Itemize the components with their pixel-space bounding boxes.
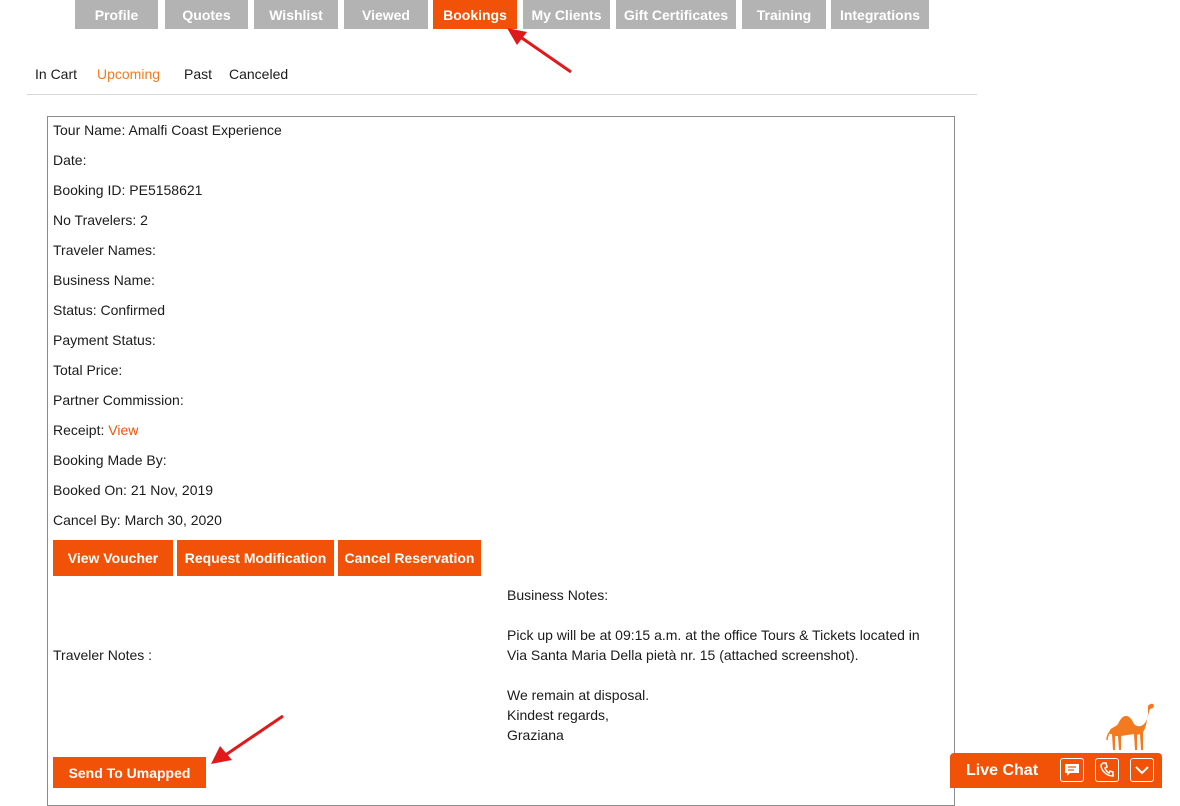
- business-notes-line: Kindest regards,: [507, 707, 609, 723]
- cancel-by: Cancel By: March 30, 2020: [53, 512, 222, 528]
- chat-icon[interactable]: [1060, 758, 1084, 782]
- subtabs-divider: [27, 94, 977, 95]
- view-voucher-button[interactable]: View Voucher: [53, 540, 173, 576]
- business-name: Business Name:: [53, 272, 155, 288]
- business-notes-signature: Graziana: [507, 727, 564, 743]
- request-modification-button[interactable]: Request Modification: [177, 540, 334, 576]
- traveler-names: Traveler Names:: [53, 242, 156, 258]
- send-to-umapped-button[interactable]: Send To Umapped: [53, 757, 206, 788]
- annotation-arrow-bookings: [507, 28, 572, 74]
- traveler-notes-label: Traveler Notes :: [53, 647, 153, 663]
- subtab-upcoming[interactable]: Upcoming: [97, 66, 160, 82]
- subtab-past[interactable]: Past: [184, 66, 212, 82]
- phone-icon[interactable]: [1095, 758, 1119, 782]
- receipt-label: Receipt:: [53, 422, 105, 438]
- business-notes-label: Business Notes:: [507, 587, 609, 603]
- total-price: Total Price:: [53, 362, 123, 378]
- camel-logo-icon: [1106, 703, 1154, 750]
- subtab-in-cart[interactable]: In Cart: [35, 66, 77, 82]
- booked-on: Booked On: 21 Nov, 2019: [53, 482, 214, 498]
- cancel-reservation-button[interactable]: Cancel Reservation: [338, 540, 481, 576]
- subtab-canceled[interactable]: Canceled: [229, 66, 288, 82]
- business-notes-line: Pick up will be at 09:15 a.m. at the off…: [507, 627, 920, 643]
- tab-integrations[interactable]: Integrations: [831, 0, 929, 29]
- tab-my-clients[interactable]: My Clients: [523, 0, 610, 29]
- booking-status: Status: Confirmed: [53, 302, 166, 318]
- tab-quotes[interactable]: Quotes: [165, 0, 248, 29]
- booking-made-by: Booking Made By:: [53, 452, 167, 468]
- annotation-arrow-send: [211, 714, 284, 764]
- live-chat-label[interactable]: Live Chat: [966, 762, 1038, 780]
- business-notes-line: Via Santa Maria Della pietà nr. 15 (atta…: [507, 647, 859, 663]
- booking-card: [47, 116, 955, 806]
- traveler-count: No Travelers: 2: [53, 212, 148, 228]
- chevron-down-icon[interactable]: [1130, 758, 1154, 782]
- payment-status: Payment Status:: [53, 332, 156, 348]
- receipt-view-link[interactable]: View: [108, 422, 138, 438]
- tab-bookings[interactable]: Bookings: [433, 0, 517, 29]
- booking-date: Date:: [53, 152, 87, 168]
- tab-wishlist[interactable]: Wishlist: [254, 0, 338, 29]
- tab-training[interactable]: Training: [742, 0, 826, 29]
- booking-id: Booking ID: PE5158621: [53, 182, 203, 198]
- receipt: Receipt: View: [53, 422, 138, 438]
- live-chat-bar[interactable]: Live Chat: [950, 753, 1162, 788]
- partner-commission: Partner Commission:: [53, 392, 184, 408]
- tour-name: Tour Name: Amalfi Coast Experience: [53, 122, 282, 138]
- business-notes-line: We remain at disposal.: [507, 687, 650, 703]
- tab-gift-certificates[interactable]: Gift Certificates: [616, 0, 736, 29]
- tab-profile[interactable]: Profile: [75, 0, 158, 29]
- tab-viewed[interactable]: Viewed: [344, 0, 428, 29]
